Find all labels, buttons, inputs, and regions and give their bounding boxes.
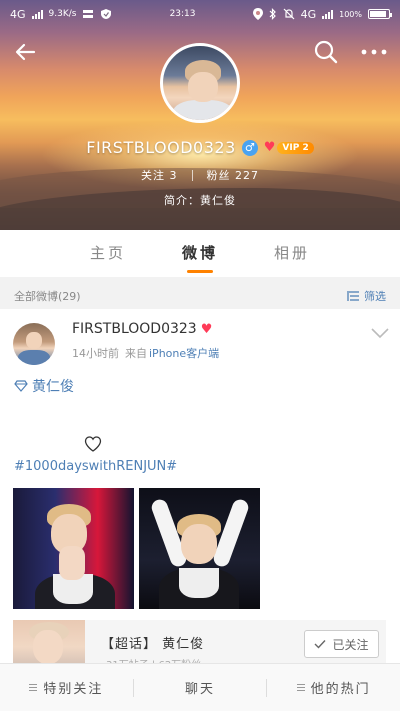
post-photo[interactable] (13, 488, 134, 609)
profile-avatar[interactable] (160, 43, 240, 123)
topic-link[interactable]: 黄仁俊 (14, 376, 74, 396)
stats-divider (191, 169, 193, 181)
battery-icon (368, 9, 392, 19)
data-saver-icon (83, 10, 94, 18)
network-type: 4G (10, 7, 26, 21)
post-author-row: FIRSTBLOOD0323 ♥ (72, 321, 212, 337)
chat-label: 聊天 (185, 682, 216, 697)
search-icon[interactable] (312, 38, 340, 66)
post-meta: 14小时前 来自 iPhone客户端 (72, 345, 219, 361)
topic-label: 黄仁俊 (32, 379, 74, 395)
post-source[interactable]: iPhone客户端 (149, 345, 219, 361)
his-popular-button[interactable]: 他的热门 (267, 678, 400, 697)
filter-icon (347, 291, 359, 301)
signal-icon (31, 9, 43, 19)
profile-tabs: 主页 微博 相册 (0, 230, 400, 277)
tab-album[interactable]: 相册 (246, 230, 338, 277)
network-type-secondary: 4G (300, 7, 317, 21)
heart-eyes-icon: ♥ (200, 321, 213, 337)
clock: 23:13 (169, 9, 196, 19)
profile-name-row: FIRSTBLOOD0323 ♂ ♥ VIP 2 (0, 138, 400, 157)
post-filter-bar: 全部微博(29) 筛选 (0, 283, 400, 309)
more-options-icon[interactable] (358, 38, 390, 66)
profile-bio: 简介：黄仁俊 (164, 194, 236, 207)
status-bar: 4G 9.3K/s 23:13 4G 100% (0, 0, 400, 28)
all-posts-count: 全部微博(29) (14, 290, 81, 303)
vip-badge[interactable]: ♥ VIP 2 (264, 140, 314, 155)
filter-button[interactable]: 筛选 (346, 288, 386, 304)
post-time: 14小时前 (72, 347, 119, 360)
post-author-name[interactable]: FIRSTBLOOD0323 (72, 321, 197, 337)
tab-home[interactable]: 主页 (62, 230, 154, 277)
battery-percent: 100% (339, 9, 362, 19)
post-source-prefix: 来自 (125, 347, 147, 360)
diamond-icon (14, 380, 28, 392)
network-speed: 9.3K/s (48, 9, 77, 19)
signal-icon (322, 9, 334, 19)
menu-icon (29, 684, 38, 691)
vip-level: VIP 2 (277, 141, 314, 154)
shield-icon (101, 9, 112, 19)
followed-button[interactable]: 已关注 (304, 630, 379, 658)
profile-cover: 4G 9.3K/s 23:13 4G 100% FIRSTBLOOD0323 ♂… (0, 0, 400, 230)
post-photo[interactable] (139, 488, 260, 609)
bluetooth-icon (269, 8, 276, 20)
special-follow-label: 特别关注 (43, 682, 104, 697)
profile-name: FIRSTBLOOD0323 (86, 138, 236, 157)
chat-button[interactable]: 聊天 (134, 678, 267, 697)
tab-weibo[interactable]: 微博 (154, 230, 246, 277)
male-gender-icon: ♂ (241, 139, 258, 156)
heart-outline-icon (84, 436, 102, 452)
profile-stats: 关注 3 粉丝 227 (0, 167, 400, 183)
back-arrow-icon[interactable] (12, 38, 40, 66)
following-count[interactable]: 关注 3 (141, 167, 178, 183)
his-popular-label: 他的热门 (310, 682, 371, 697)
post-hashtag[interactable]: #1000dayswithRENJUN# (14, 459, 177, 474)
mute-bell-icon (283, 8, 295, 20)
filter-label: 筛选 (364, 290, 386, 303)
super-topic-title: 【超话】 黄仁俊 (101, 637, 205, 652)
bottom-action-bar: 特别关注 聊天 他的热门 (0, 663, 400, 711)
special-follow-button[interactable]: 特别关注 (0, 678, 133, 697)
heart-eyes-icon: ♥ (263, 140, 276, 155)
location-icon (252, 8, 263, 20)
followed-label: 已关注 (332, 637, 369, 652)
post-card: FIRSTBLOOD0323 ♥ 14小时前 来自 iPhone客户端 黄仁俊 … (0, 309, 400, 711)
check-icon (314, 640, 326, 649)
chevron-down-icon[interactable] (369, 325, 391, 341)
post-author-avatar[interactable] (13, 323, 55, 365)
menu-icon (296, 684, 305, 691)
followers-count[interactable]: 粉丝 227 (207, 167, 260, 183)
